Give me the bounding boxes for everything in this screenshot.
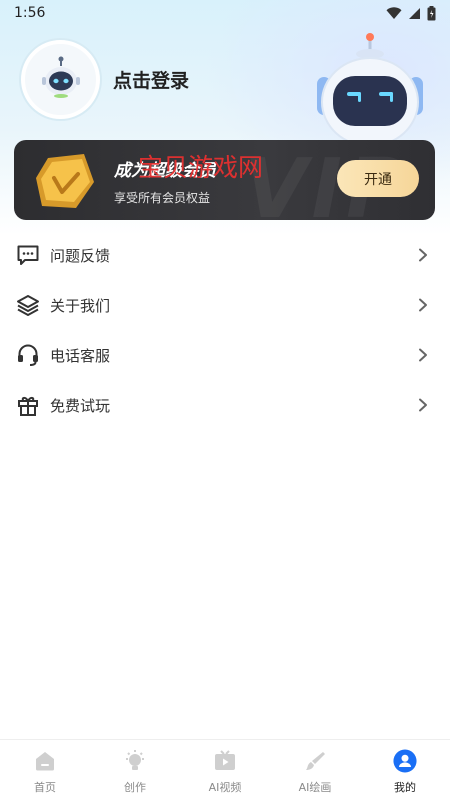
menu-label: 免费试玩: [50, 396, 111, 415]
nav-item-home[interactable]: 首页: [0, 740, 90, 800]
video-icon: [213, 749, 237, 773]
nav-label: AI绘画: [298, 781, 332, 794]
vip-badge-icon: [32, 148, 102, 218]
avatar[interactable]: [21, 40, 100, 119]
status-time: 1:56: [14, 5, 46, 21]
nav-label: 我的: [394, 781, 416, 794]
login-prompt[interactable]: 点击登录: [113, 66, 189, 93]
headset-icon: [16, 343, 40, 367]
chevron-right-icon: [416, 398, 430, 412]
wifi-icon: [386, 6, 402, 20]
chevron-right-icon: [416, 298, 430, 312]
gift-icon: [16, 393, 40, 417]
feedback-icon: [16, 243, 40, 267]
home-icon: [33, 749, 57, 773]
signal-icon: [408, 7, 421, 20]
user-icon: [393, 749, 417, 773]
brush-icon: [303, 749, 327, 773]
robot-avatar-icon: [38, 55, 84, 105]
menu-item-feedback[interactable]: 问题反馈: [0, 230, 450, 280]
nav-label: 创作: [124, 781, 146, 794]
robot-mascot-illustration: [305, 32, 435, 147]
chevron-right-icon: [416, 348, 430, 362]
menu-item-phone-support[interactable]: 电话客服: [0, 330, 450, 380]
layers-icon: [16, 293, 40, 317]
chevron-right-icon: [416, 248, 430, 262]
settings-menu: 问题反馈 关于我们 电话客服 免费试玩: [0, 230, 450, 430]
menu-label: 电话客服: [50, 346, 111, 365]
menu-item-about[interactable]: 关于我们: [0, 280, 450, 330]
bottom-nav: 首页 创作 AI视频 AI绘画 我的: [0, 739, 450, 800]
lightbulb-icon: [123, 749, 147, 773]
vip-open-button[interactable]: 开通: [337, 160, 419, 197]
nav-label: 首页: [34, 781, 56, 794]
watermark-overlay-text: 宝贝游戏网: [138, 153, 264, 182]
status-icons: [386, 5, 436, 21]
nav-item-ai-painting[interactable]: AI绘画: [270, 740, 360, 800]
vip-subtitle: 享受所有会员权益: [114, 191, 211, 205]
status-bar: 1:56: [0, 0, 450, 26]
nav-label: AI视频: [208, 781, 242, 794]
menu-label: 问题反馈: [50, 246, 111, 265]
nav-item-create[interactable]: 创作: [90, 740, 180, 800]
menu-item-free-trial[interactable]: 免费试玩: [0, 380, 450, 430]
menu-label: 关于我们: [50, 296, 111, 315]
nav-item-ai-video[interactable]: AI视频: [180, 740, 270, 800]
nav-item-mine[interactable]: 我的: [360, 740, 450, 800]
battery-icon: [427, 5, 436, 21]
